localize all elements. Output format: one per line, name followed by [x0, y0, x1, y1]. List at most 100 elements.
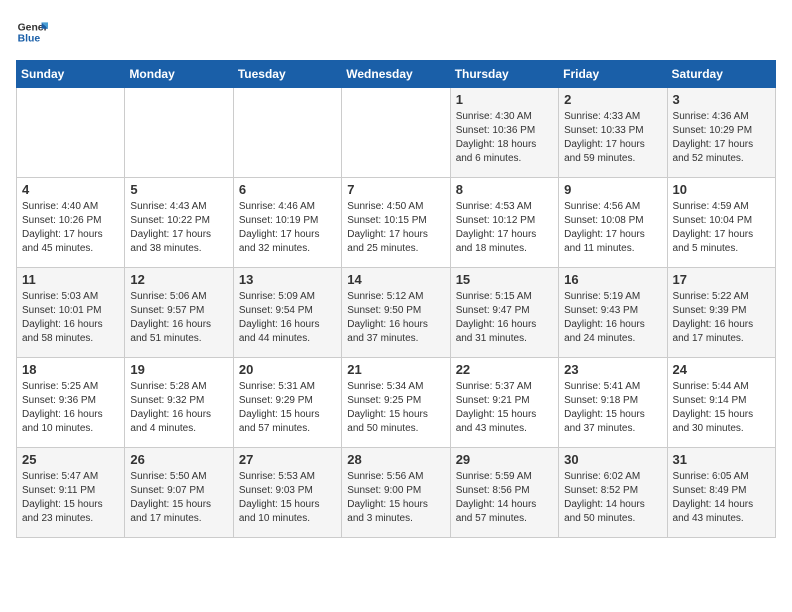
week-row-1: 1 Sunrise: 4:30 AM Sunset: 10:36 PM Dayli…	[17, 88, 776, 178]
day-info: Sunrise: 5:03 AM Sunset: 10:01 PM Daylig…	[22, 290, 119, 346]
calendar-cell: 22 Sunrise: 5:37 AM Sunset: 9:21 PM Dayli…	[450, 358, 558, 448]
day-number: 5	[130, 182, 227, 197]
calendar-cell: 29 Sunrise: 5:59 AM Sunset: 8:56 PM Dayli…	[450, 448, 558, 538]
header-sunday: Sunday	[17, 61, 125, 88]
day-info: Sunrise: 5:37 AM Sunset: 9:21 PM Dayligh…	[456, 380, 553, 436]
calendar-cell	[233, 88, 341, 178]
day-info: Sunrise: 5:12 AM Sunset: 9:50 PM Dayligh…	[347, 290, 444, 346]
calendar-cell: 11 Sunrise: 5:03 AM Sunset: 10:01 PM Dayl…	[17, 268, 125, 358]
calendar-cell: 7 Sunrise: 4:50 AM Sunset: 10:15 PM Dayli…	[342, 178, 450, 268]
day-number: 29	[456, 452, 553, 467]
day-number: 11	[22, 272, 119, 287]
day-number: 13	[239, 272, 336, 287]
day-number: 1	[456, 92, 553, 107]
day-number: 28	[347, 452, 444, 467]
calendar-cell: 17 Sunrise: 5:22 AM Sunset: 9:39 PM Dayli…	[667, 268, 775, 358]
day-number: 20	[239, 362, 336, 377]
calendar-cell: 28 Sunrise: 5:56 AM Sunset: 9:00 PM Dayli…	[342, 448, 450, 538]
day-number: 22	[456, 362, 553, 377]
day-number: 24	[673, 362, 770, 377]
calendar-cell: 2 Sunrise: 4:33 AM Sunset: 10:33 PM Dayli…	[559, 88, 667, 178]
calendar-cell: 18Sunrise: 5:25 AM Sunset: 9:36 PM Dayli…	[17, 358, 125, 448]
calendar-header-row: SundayMondayTuesdayWednesdayThursdayFrid…	[17, 61, 776, 88]
calendar-table: SundayMondayTuesdayWednesdayThursdayFrid…	[16, 60, 776, 538]
day-number: 8	[456, 182, 553, 197]
calendar-cell	[125, 88, 233, 178]
day-number: 4	[22, 182, 119, 197]
day-number: 18	[22, 362, 119, 377]
day-info: Sunrise: 4:53 AM Sunset: 10:12 PM Daylig…	[456, 200, 553, 256]
day-info: Sunrise: 4:36 AM Sunset: 10:29 PM Daylig…	[673, 110, 770, 166]
calendar-cell	[342, 88, 450, 178]
day-info: Sunrise: 4:40 AM Sunset: 10:26 PM Daylig…	[22, 200, 119, 256]
calendar-cell: 1 Sunrise: 4:30 AM Sunset: 10:36 PM Dayli…	[450, 88, 558, 178]
week-row-5: 25 Sunrise: 5:47 AM Sunset: 9:11 PM Dayli…	[17, 448, 776, 538]
day-info: Sunrise: 5:56 AM Sunset: 9:00 PM Dayligh…	[347, 470, 444, 526]
day-info: Sunrise: 4:33 AM Sunset: 10:33 PM Daylig…	[564, 110, 661, 166]
day-number: 25	[22, 452, 119, 467]
logo-icon: General Blue	[16, 16, 48, 48]
header-monday: Monday	[125, 61, 233, 88]
header-tuesday: Tuesday	[233, 61, 341, 88]
calendar-cell: 30 Sunrise: 6:02 AM Sunset: 8:52 PM Dayli…	[559, 448, 667, 538]
header-wednesday: Wednesday	[342, 61, 450, 88]
calendar-cell: 31 Sunrise: 6:05 AM Sunset: 8:49 PM Dayli…	[667, 448, 775, 538]
day-info: Sunrise: 4:46 AM Sunset: 10:19 PM Daylig…	[239, 200, 336, 256]
day-info: Sunrise: 5:22 AM Sunset: 9:39 PM Dayligh…	[673, 290, 770, 346]
day-info: Sunrise: 4:56 AM Sunset: 10:08 PM Daylig…	[564, 200, 661, 256]
day-info: Sunrise: 5:47 AM Sunset: 9:11 PM Dayligh…	[22, 470, 119, 526]
day-info: Sunrise: 4:59 AM Sunset: 10:04 PM Daylig…	[673, 200, 770, 256]
calendar-cell: 3Sunrise: 4:36 AM Sunset: 10:29 PM Dayli…	[667, 88, 775, 178]
day-number: 21	[347, 362, 444, 377]
calendar-cell: 23 Sunrise: 5:41 AM Sunset: 9:18 PM Dayli…	[559, 358, 667, 448]
day-number: 30	[564, 452, 661, 467]
day-info: Sunrise: 4:50 AM Sunset: 10:15 PM Daylig…	[347, 200, 444, 256]
day-number: 19	[130, 362, 227, 377]
header-saturday: Saturday	[667, 61, 775, 88]
calendar-cell: 12Sunrise: 5:06 AM Sunset: 9:57 PM Dayli…	[125, 268, 233, 358]
day-info: Sunrise: 5:31 AM Sunset: 9:29 PM Dayligh…	[239, 380, 336, 436]
calendar-cell: 15Sunrise: 5:15 AM Sunset: 9:47 PM Dayli…	[450, 268, 558, 358]
calendar-cell: 24 Sunrise: 5:44 AM Sunset: 9:14 PM Dayli…	[667, 358, 775, 448]
calendar-cell: 25 Sunrise: 5:47 AM Sunset: 9:11 PM Dayli…	[17, 448, 125, 538]
calendar-cell: 5Sunrise: 4:43 AM Sunset: 10:22 PM Dayli…	[125, 178, 233, 268]
day-number: 9	[564, 182, 661, 197]
calendar-cell: 9 Sunrise: 4:56 AM Sunset: 10:08 PM Dayli…	[559, 178, 667, 268]
calendar-cell: 26 Sunrise: 5:50 AM Sunset: 9:07 PM Dayli…	[125, 448, 233, 538]
week-row-2: 4 Sunrise: 4:40 AM Sunset: 10:26 PM Dayli…	[17, 178, 776, 268]
day-number: 7	[347, 182, 444, 197]
day-info: Sunrise: 6:05 AM Sunset: 8:49 PM Dayligh…	[673, 470, 770, 526]
day-number: 23	[564, 362, 661, 377]
day-info: Sunrise: 5:59 AM Sunset: 8:56 PM Dayligh…	[456, 470, 553, 526]
calendar-cell: 8 Sunrise: 4:53 AM Sunset: 10:12 PM Dayli…	[450, 178, 558, 268]
day-number: 2	[564, 92, 661, 107]
day-number: 16	[564, 272, 661, 287]
day-info: Sunrise: 5:53 AM Sunset: 9:03 PM Dayligh…	[239, 470, 336, 526]
calendar-cell: 16 Sunrise: 5:19 AM Sunset: 9:43 PM Dayli…	[559, 268, 667, 358]
calendar-cell: 21Sunrise: 5:34 AM Sunset: 9:25 PM Dayli…	[342, 358, 450, 448]
svg-text:Blue: Blue	[18, 34, 41, 45]
day-info: Sunrise: 5:09 AM Sunset: 9:54 PM Dayligh…	[239, 290, 336, 346]
day-number: 26	[130, 452, 227, 467]
header-friday: Friday	[559, 61, 667, 88]
calendar-cell: 20 Sunrise: 5:31 AM Sunset: 9:29 PM Dayli…	[233, 358, 341, 448]
week-row-3: 11 Sunrise: 5:03 AM Sunset: 10:01 PM Dayl…	[17, 268, 776, 358]
day-info: Sunrise: 5:06 AM Sunset: 9:57 PM Dayligh…	[130, 290, 227, 346]
day-info: Sunrise: 5:50 AM Sunset: 9:07 PM Dayligh…	[130, 470, 227, 526]
day-number: 17	[673, 272, 770, 287]
calendar-cell: 14 Sunrise: 5:12 AM Sunset: 9:50 PM Dayli…	[342, 268, 450, 358]
day-number: 10	[673, 182, 770, 197]
calendar-cell: 6Sunrise: 4:46 AM Sunset: 10:19 PM Dayli…	[233, 178, 341, 268]
day-info: Sunrise: 5:19 AM Sunset: 9:43 PM Dayligh…	[564, 290, 661, 346]
day-info: Sunrise: 5:41 AM Sunset: 9:18 PM Dayligh…	[564, 380, 661, 436]
day-info: Sunrise: 6:02 AM Sunset: 8:52 PM Dayligh…	[564, 470, 661, 526]
day-number: 31	[673, 452, 770, 467]
header-thursday: Thursday	[450, 61, 558, 88]
calendar-cell: 19Sunrise: 5:28 AM Sunset: 9:32 PM Dayli…	[125, 358, 233, 448]
day-info: Sunrise: 4:30 AM Sunset: 10:36 PM Daylig…	[456, 110, 553, 166]
day-number: 27	[239, 452, 336, 467]
week-row-4: 18Sunrise: 5:25 AM Sunset: 9:36 PM Dayli…	[17, 358, 776, 448]
day-info: Sunrise: 5:44 AM Sunset: 9:14 PM Dayligh…	[673, 380, 770, 436]
calendar-cell: 4 Sunrise: 4:40 AM Sunset: 10:26 PM Dayli…	[17, 178, 125, 268]
day-number: 14	[347, 272, 444, 287]
